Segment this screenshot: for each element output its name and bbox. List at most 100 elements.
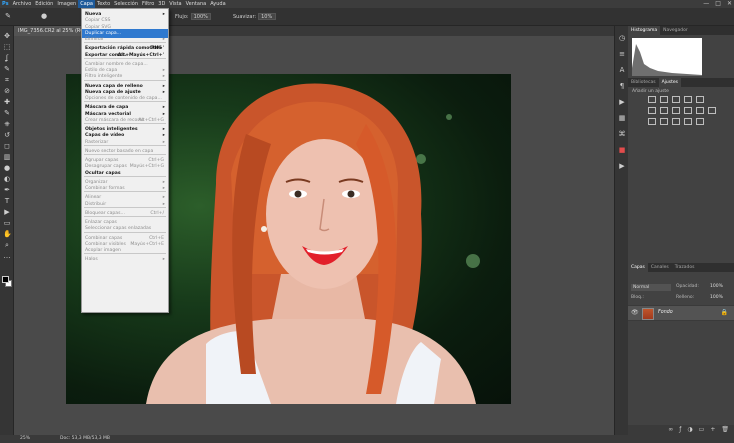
tab-navegador[interactable]: Navegador bbox=[660, 26, 691, 35]
link-icon[interactable]: ∞ bbox=[668, 425, 673, 435]
eyedropper-tool-icon[interactable]: ⊘ bbox=[3, 87, 11, 95]
brush-size-icon[interactable]: ● bbox=[40, 12, 48, 20]
layers-tabs: Capas Canales Trazados bbox=[628, 263, 734, 272]
pen-tool-icon[interactable]: ✒ bbox=[3, 186, 11, 194]
lock-icon[interactable]: 🔒 bbox=[721, 309, 728, 316]
maximize-icon[interactable]: □ bbox=[715, 0, 721, 7]
menu-capa[interactable]: Capa bbox=[78, 0, 95, 8]
more-tool-icon[interactable]: … bbox=[3, 252, 11, 260]
selective-color-adjust-icon[interactable] bbox=[696, 118, 704, 125]
menu-separator bbox=[84, 175, 166, 177]
vibrance-adjust-icon[interactable] bbox=[696, 96, 704, 103]
type-tool-icon[interactable]: T bbox=[3, 197, 11, 205]
menu-texto[interactable]: Texto bbox=[95, 0, 112, 8]
layer-row[interactable]: 👁 Fondo 🔒 bbox=[628, 305, 734, 321]
history-brush-tool-icon[interactable]: ↺ bbox=[3, 131, 11, 139]
dodge-tool-icon[interactable]: ◐ bbox=[3, 175, 11, 183]
paragraph-icon[interactable]: ¶ bbox=[618, 82, 626, 90]
menu-archivo[interactable]: Archivo bbox=[11, 0, 34, 8]
stamp-tool-icon[interactable]: ⎈ bbox=[3, 120, 11, 128]
photo-filter-adjust-icon[interactable] bbox=[684, 107, 692, 114]
shape-tool-icon[interactable]: ▭ bbox=[3, 219, 11, 227]
play-icon[interactable]: ▶ bbox=[618, 162, 626, 170]
menu-selecci-n[interactable]: Selección bbox=[112, 0, 140, 8]
crop-tool-icon[interactable]: ⌗ bbox=[3, 76, 11, 84]
opacity-value[interactable]: 100% bbox=[710, 284, 723, 289]
zoom-tool-icon[interactable]: ⌕ bbox=[3, 241, 11, 249]
blur-tool-icon[interactable]: ● bbox=[3, 164, 11, 172]
black-white-adjust-icon[interactable] bbox=[672, 107, 680, 114]
trash-icon[interactable]: 🗑 bbox=[721, 425, 729, 435]
flujo-field[interactable]: 100% bbox=[190, 13, 211, 20]
fx-icon[interactable]: ƒ bbox=[679, 425, 681, 435]
layer-name[interactable]: Fondo bbox=[658, 310, 673, 315]
invert-adjust-icon[interactable] bbox=[648, 118, 656, 125]
tab-capas[interactable]: Capas bbox=[628, 263, 648, 272]
history-icon[interactable]: ◷ bbox=[618, 34, 626, 42]
close-icon[interactable]: ✕ bbox=[727, 0, 732, 7]
curves-adjust-icon[interactable] bbox=[672, 96, 680, 103]
menu-separator bbox=[84, 154, 166, 155]
menu-vista[interactable]: Vista bbox=[167, 0, 183, 8]
move-tool-icon[interactable]: ✥ bbox=[3, 32, 11, 40]
healing-tool-icon[interactable]: ✚ bbox=[3, 98, 11, 106]
menu-item-label: Acoplar imagen bbox=[85, 248, 121, 253]
channel-mixer-adjust-icon[interactable] bbox=[696, 107, 704, 114]
hand-tool-icon[interactable]: ✋ bbox=[3, 230, 12, 238]
brush-tool-icon[interactable]: ✎ bbox=[3, 109, 11, 117]
properties-icon[interactable]: ≡ bbox=[618, 50, 626, 58]
tools-panel: ✥ ⬚ ʆ ✎ ⌗ ⊘ ✚ ✎ ⎈ ↺ ◻ ▥ ● ◐ ✒ T ▶ ▭ ✋ ⌕ … bbox=[0, 26, 14, 435]
visibility-eye-icon[interactable]: 👁 bbox=[631, 309, 639, 316]
menu-ventana[interactable]: Ventana bbox=[184, 0, 209, 8]
tab-bibliotecas[interactable]: Bibliotecas bbox=[628, 78, 659, 87]
menu-item[interactable]: Halos ▸ bbox=[82, 255, 168, 264]
minimize-icon[interactable]: — bbox=[703, 0, 709, 7]
exposure-adjust-icon[interactable] bbox=[684, 96, 692, 103]
levels-adjust-icon[interactable] bbox=[660, 96, 668, 103]
swatches-icon[interactable]: ▦ bbox=[618, 114, 626, 122]
panel-icon-strip: ◷ ≡ A ¶ ▶ ▦ ⌘ ■ ▶ bbox=[614, 26, 628, 435]
brush-tool-icon[interactable]: ✎ bbox=[4, 12, 12, 20]
notes-icon[interactable]: ■ bbox=[618, 146, 626, 154]
lock-label: Bloq.: bbox=[631, 295, 644, 300]
menu-edici-n[interactable]: Edición bbox=[33, 0, 55, 8]
gradient-tool-icon[interactable]: ▥ bbox=[3, 153, 11, 161]
tab-canales[interactable]: Canales bbox=[648, 263, 672, 272]
folder-icon[interactable]: ▭ bbox=[699, 425, 705, 435]
color-balance-adjust-icon[interactable] bbox=[660, 107, 668, 114]
menu-item-label: Opciones de contenido de capa... bbox=[85, 96, 162, 101]
submenu-arrow-icon: ▸ bbox=[162, 257, 165, 263]
menu-ayuda[interactable]: Ayuda bbox=[208, 0, 227, 8]
blend-mode-select[interactable]: Normal bbox=[631, 284, 671, 291]
glyphs-icon[interactable]: ⌘ bbox=[618, 130, 626, 138]
gradient-map-adjust-icon[interactable] bbox=[684, 118, 692, 125]
flujo-group: Flujo: 100% bbox=[175, 13, 211, 20]
menu-3d[interactable]: 3D bbox=[156, 0, 167, 8]
marquee-tool-icon[interactable]: ⬚ bbox=[3, 43, 11, 51]
character-icon[interactable]: A bbox=[618, 66, 626, 74]
actions-icon[interactable]: ▶ bbox=[618, 98, 626, 106]
hue-saturation-adjust-icon[interactable] bbox=[648, 107, 656, 114]
ps-logo[interactable]: Ps bbox=[0, 0, 11, 8]
menu-imagen[interactable]: Imagen bbox=[55, 0, 78, 8]
path-select-tool-icon[interactable]: ▶ bbox=[3, 208, 11, 216]
new-layer-icon[interactable]: + bbox=[710, 425, 715, 435]
menu-item-label: Crear máscara de recorte bbox=[85, 117, 144, 123]
layer-thumbnail bbox=[642, 308, 654, 320]
tab-ajustes[interactable]: Ajustes bbox=[658, 78, 681, 87]
foreground-color-swatch[interactable] bbox=[2, 276, 9, 283]
quick-select-tool-icon[interactable]: ✎ bbox=[3, 65, 11, 73]
menu-filtro[interactable]: Filtro bbox=[140, 0, 156, 8]
fill-value[interactable]: 100% bbox=[710, 295, 723, 300]
tab-trazados[interactable]: Trazados bbox=[672, 263, 698, 272]
mask-icon[interactable]: ◑ bbox=[687, 425, 692, 435]
zoom-level[interactable]: 25% bbox=[20, 435, 30, 443]
eraser-tool-icon[interactable]: ◻ bbox=[3, 142, 11, 150]
posterize-adjust-icon[interactable] bbox=[660, 118, 668, 125]
tab-histograma[interactable]: Histograma bbox=[628, 26, 661, 35]
color-lookup-adjust-icon[interactable] bbox=[708, 107, 716, 114]
suavizar-field[interactable]: 10% bbox=[258, 13, 277, 20]
lasso-tool-icon[interactable]: ʆ bbox=[3, 54, 11, 62]
threshold-adjust-icon[interactable] bbox=[672, 118, 680, 125]
brightness-adjust-icon[interactable] bbox=[648, 96, 656, 103]
